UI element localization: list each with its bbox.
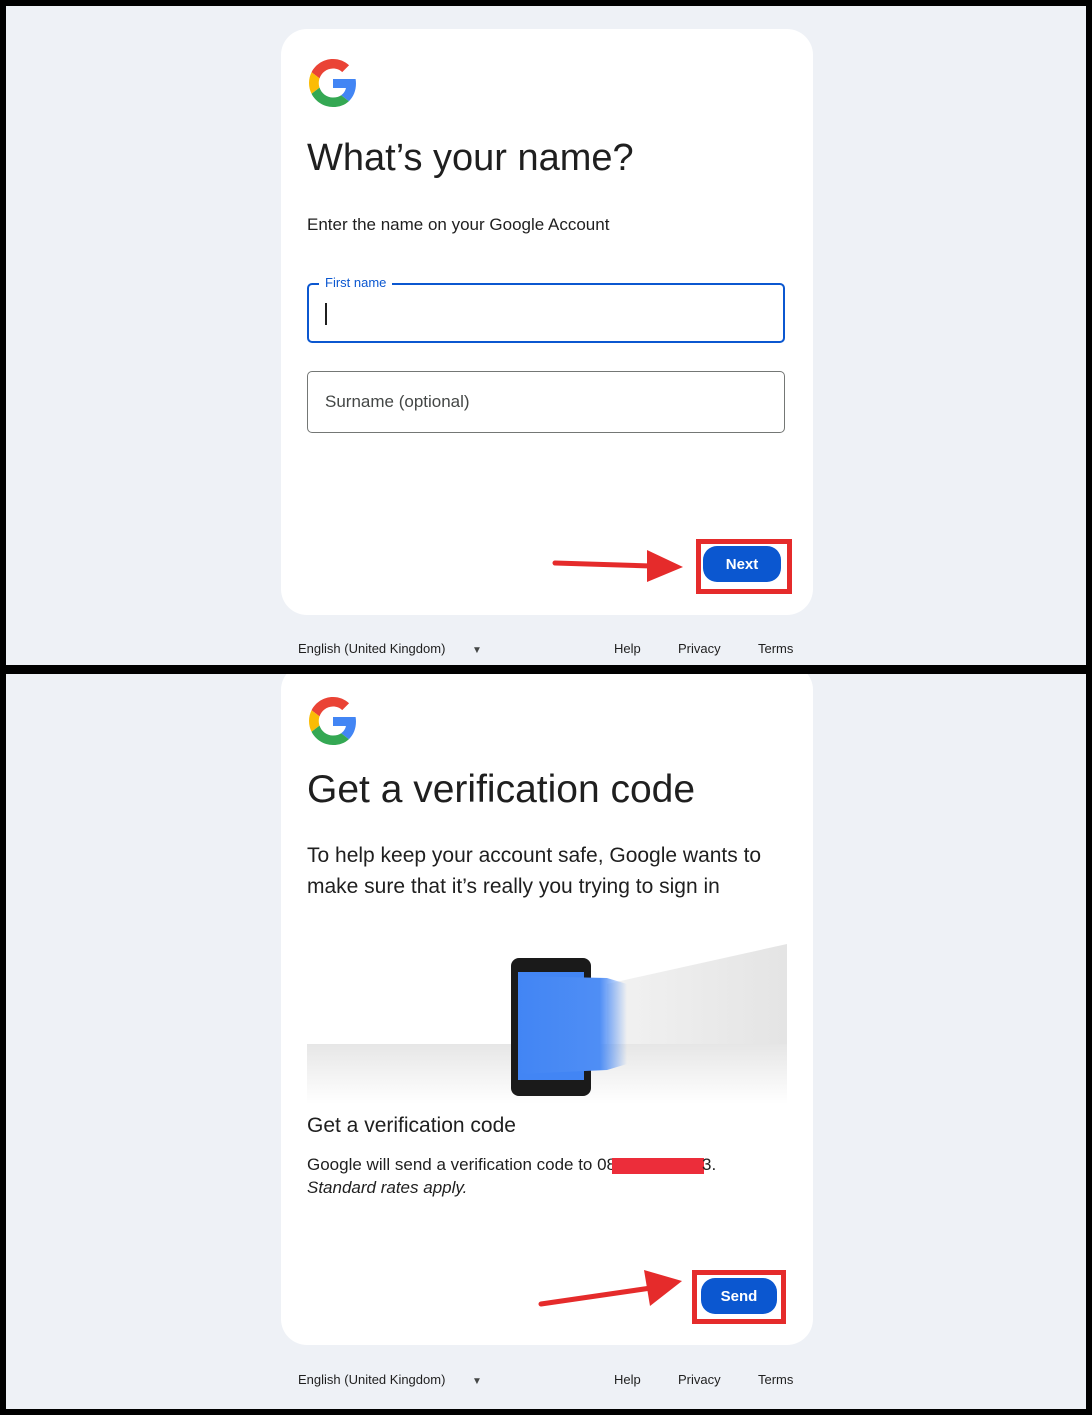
arrow-annotation-icon [552,550,683,582]
text-cursor [325,303,327,325]
first-name-label: First name [319,275,393,290]
send-code-text: Google will send a verification code to … [307,1152,716,1178]
dropdown-caret-icon[interactable]: ▼ [472,1376,482,1387]
rates-note: Standard rates apply. [307,1178,468,1197]
signup-card: What’s your name? Enter the name on your… [281,29,813,615]
terms-link[interactable]: Terms [758,641,793,656]
privacy-link[interactable]: Privacy [678,641,721,656]
phone-number-redaction [612,1157,705,1174]
footer: English (United Kingdom) ▼ Help Privacy … [6,1372,1086,1396]
google-g-icon [309,697,356,745]
language-selector[interactable]: English (United Kingdom) [298,1372,445,1387]
help-link[interactable]: Help [614,641,641,656]
privacy-link[interactable]: Privacy [678,1372,721,1387]
phone-illustration [307,944,787,1104]
send-code-suffix: 3. [702,1155,717,1174]
footer: English (United Kingdom) ▼ Help Privacy … [6,641,1086,665]
help-link[interactable]: Help [614,1372,641,1387]
first-name-field[interactable]: First name [307,275,785,343]
screen-name-entry: What’s your name? Enter the name on your… [6,6,1086,665]
surname-placeholder: Surname (optional) [325,392,470,411]
send-code-prefix: Google will send a verification code to … [307,1155,617,1174]
next-button[interactable]: Next [703,546,781,582]
section-heading: Get a verification code [307,1114,516,1137]
page-title: What’s your name? [307,137,634,179]
dropdown-caret-icon[interactable]: ▼ [472,645,482,656]
verification-card: Get a verification code To help keep you… [281,674,813,1345]
screen-verification: Get a verification code To help keep you… [6,674,1086,1409]
google-g-icon [309,59,356,107]
terms-link[interactable]: Terms [758,1372,793,1387]
page-subtitle: To help keep your account safe, Google w… [307,844,762,898]
page-subtitle: Enter the name on your Google Account [307,215,610,234]
page-title: Get a verification code [307,768,696,811]
send-button[interactable]: Send [701,1278,777,1314]
language-selector[interactable]: English (United Kingdom) [298,641,445,656]
arrow-annotation-icon [538,1270,682,1307]
surname-field[interactable]: Surname (optional) [307,371,785,433]
